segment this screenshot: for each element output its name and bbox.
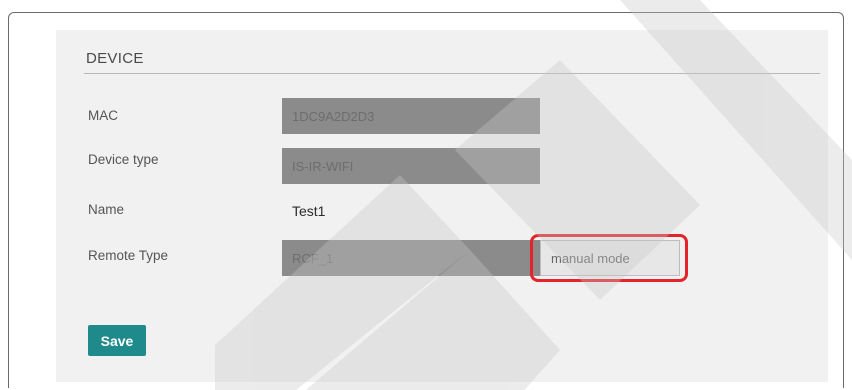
mac-field: 1DC9A2D2D3 (282, 98, 540, 134)
section-divider (84, 73, 820, 74)
highlight-box (530, 234, 688, 282)
mac-label: MAC (88, 108, 118, 123)
remote-type-field[interactable]: RCF_1 (282, 240, 540, 276)
remote-type-label: Remote Type (88, 248, 169, 263)
device-type-field: IS-IR-WIFI (282, 148, 540, 184)
name-field[interactable]: Test1 (282, 193, 540, 229)
device-type-label: Device type (88, 152, 159, 167)
save-button[interactable]: Save (88, 325, 146, 356)
section-title: DEVICE (86, 50, 144, 67)
name-label: Name (88, 202, 125, 217)
